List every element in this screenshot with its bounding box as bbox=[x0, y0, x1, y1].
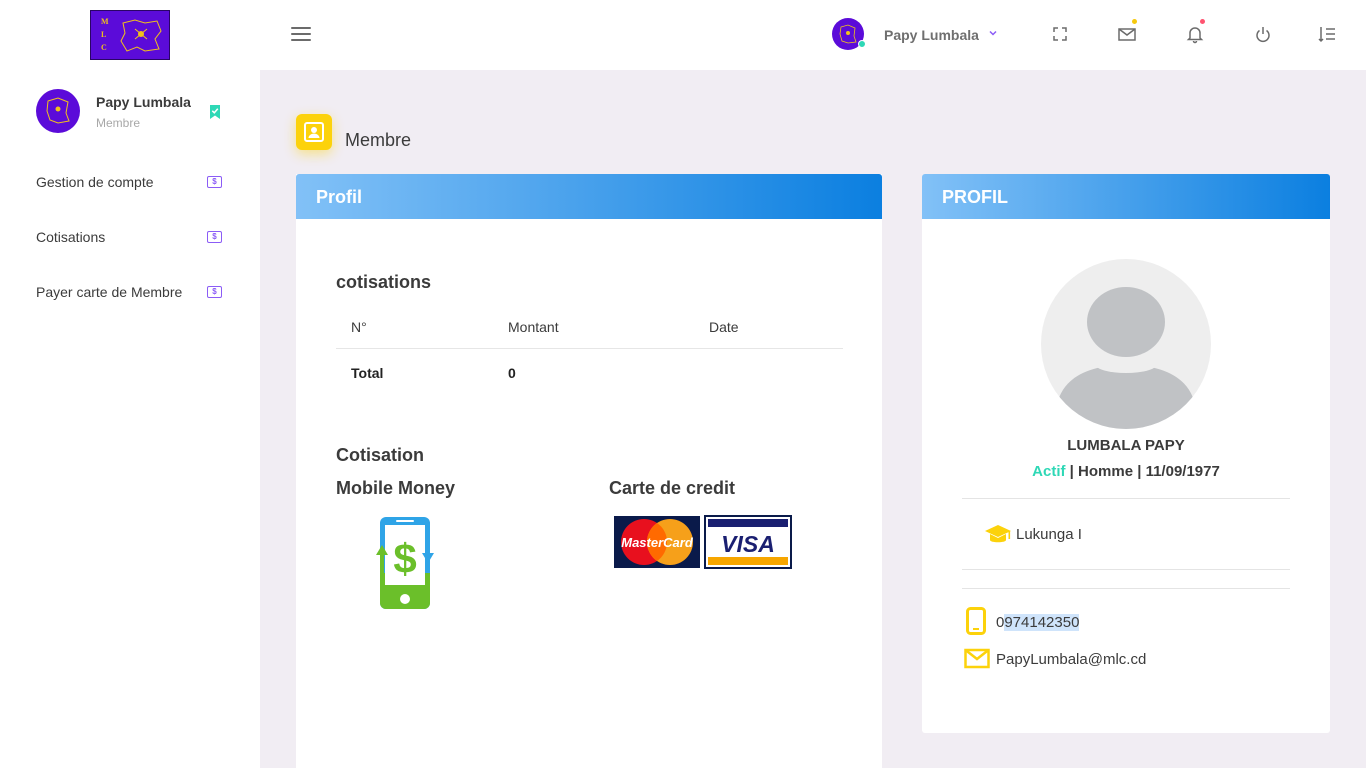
user-placeholder-icon bbox=[1056, 287, 1196, 429]
top-header: M L C Papy Lumbala bbox=[0, 0, 1366, 70]
status-badge: Actif bbox=[1032, 463, 1066, 480]
sidebar-item-payer-carte[interactable]: Payer carte de Membre $ bbox=[36, 280, 226, 304]
sidebar: Papy Lumbala Membre Gestion de compte $ … bbox=[0, 70, 260, 768]
credit-cards-icon[interactable]: MasterCard VISA bbox=[614, 515, 792, 569]
total-value: 0 bbox=[508, 365, 516, 381]
online-status-dot bbox=[858, 40, 866, 48]
header-avatar[interactable] bbox=[832, 18, 866, 50]
profile-avatar bbox=[1041, 259, 1211, 429]
sidebar-item-label: Payer carte de Membre bbox=[36, 284, 183, 300]
power-icon[interactable] bbox=[1253, 24, 1273, 44]
map-emblem-icon bbox=[120, 19, 162, 52]
mail-icon[interactable] bbox=[1117, 19, 1137, 44]
list-settings-icon[interactable] bbox=[1317, 24, 1337, 44]
contact-card-icon bbox=[296, 114, 332, 150]
cotisation-heading: Cotisation bbox=[336, 445, 424, 465]
chevron-down-icon[interactable] bbox=[988, 28, 998, 38]
mobile-money-heading: Mobile Money bbox=[336, 478, 456, 498]
logo-letter-l: L bbox=[101, 30, 107, 39]
money-icon: $ bbox=[207, 176, 222, 188]
mail-badge bbox=[1132, 19, 1137, 24]
money-icon: $ bbox=[207, 231, 222, 243]
sidebar-user-role: Membre bbox=[96, 116, 141, 130]
app-logo[interactable]: M L C bbox=[90, 10, 170, 60]
mastercard-text: MasterCard bbox=[621, 535, 694, 550]
page-title: Membre bbox=[345, 130, 412, 150]
profile-status-line: Actif | Homme | 11/09/1977 bbox=[922, 463, 1330, 480]
avatar-emblem-icon bbox=[46, 97, 70, 124]
logo-letter-c: C bbox=[101, 43, 107, 52]
bell-icon[interactable] bbox=[1185, 19, 1205, 44]
table-header-row: N° Montant Date bbox=[336, 304, 843, 349]
phone-rest: 974142350 bbox=[1004, 614, 1080, 631]
money-icon: $ bbox=[207, 286, 222, 298]
header-user-name[interactable]: Papy Lumbala bbox=[884, 27, 979, 43]
cotisations-heading: cotisations bbox=[336, 272, 432, 292]
verified-bookmark-icon bbox=[210, 105, 220, 119]
profile-details: | Homme | 11/09/1977 bbox=[1065, 463, 1220, 480]
sidebar-user-name: Papy Lumbala bbox=[96, 94, 191, 110]
divider bbox=[962, 498, 1290, 499]
profile-panel-header: PROFIL bbox=[922, 174, 1330, 219]
divider bbox=[962, 588, 1290, 589]
sidebar-item-cotisations[interactable]: Cotisations $ bbox=[36, 225, 226, 249]
column-header-montant: Montant bbox=[508, 319, 559, 335]
mobile-money-icon[interactable]: $ bbox=[372, 515, 438, 611]
sidebar-item-label: Gestion de compte bbox=[36, 174, 154, 190]
sidebar-item-label: Cotisations bbox=[36, 229, 106, 245]
profil-card-header: Profil bbox=[296, 174, 882, 219]
visa-text: VISA bbox=[721, 531, 775, 557]
profil-card: Profil cotisations N° Montant Date Total… bbox=[296, 174, 882, 768]
column-header-number: N° bbox=[351, 319, 367, 335]
school-name: Lukunga I bbox=[1016, 526, 1082, 543]
profile-full-name: LUMBALA PAPY bbox=[1067, 437, 1185, 454]
svg-text:$: $ bbox=[393, 535, 416, 582]
sidebar-item-gestion-de-compte[interactable]: Gestion de compte $ bbox=[36, 170, 226, 194]
bell-badge bbox=[1200, 19, 1205, 24]
email-address[interactable]: PapyLumbala@mlc.cd bbox=[996, 651, 1146, 668]
credit-card-heading: Carte de credit bbox=[609, 478, 736, 498]
phone-number[interactable]: 0974142350 bbox=[996, 614, 1080, 631]
divider bbox=[962, 569, 1290, 570]
profile-panel: PROFIL LUMBALA PAPY Actif | Homme | 11/0… bbox=[922, 174, 1330, 733]
column-header-date: Date bbox=[709, 319, 739, 335]
logo-letter-m: M bbox=[101, 17, 109, 26]
total-label: Total bbox=[351, 365, 384, 381]
cotisations-table: N° Montant Date Total 0 bbox=[336, 304, 843, 394]
fullscreen-icon[interactable] bbox=[1050, 24, 1070, 44]
table-total-row: Total 0 bbox=[336, 349, 843, 394]
sidebar-avatar[interactable] bbox=[36, 89, 80, 133]
phone-icon bbox=[966, 607, 986, 635]
menu-icon[interactable] bbox=[291, 27, 311, 41]
mail-icon bbox=[964, 648, 990, 669]
graduation-cap-icon bbox=[985, 525, 1011, 543]
